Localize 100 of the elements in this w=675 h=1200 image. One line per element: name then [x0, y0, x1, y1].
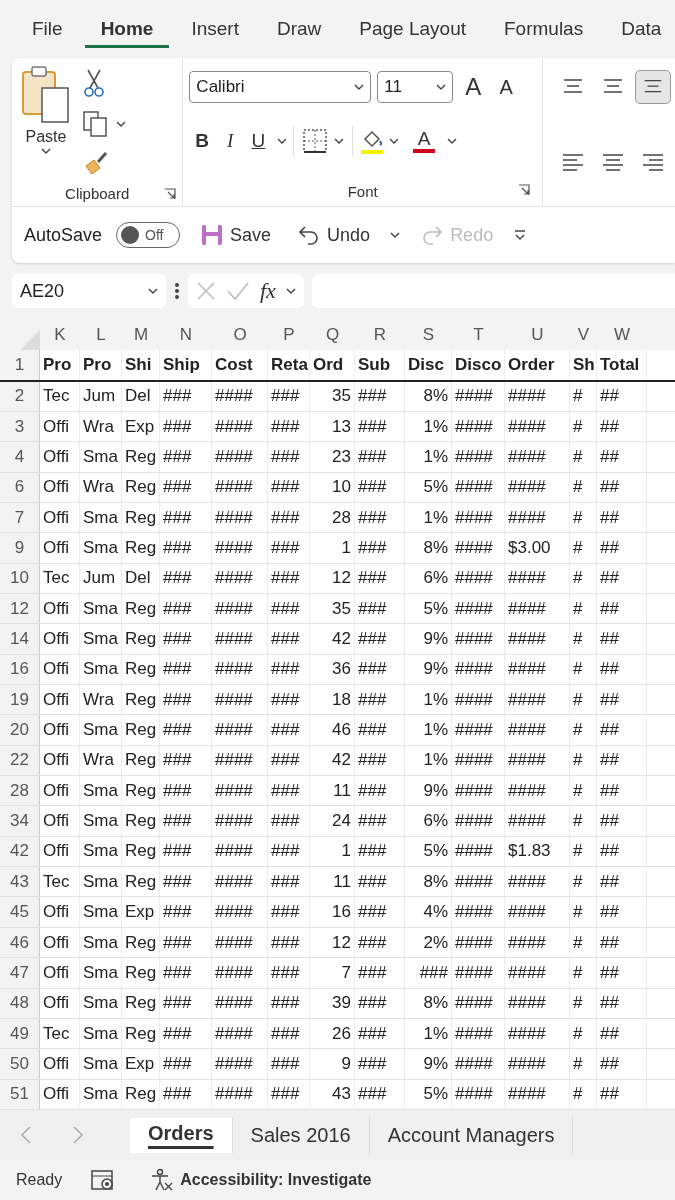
table-cell: ### — [355, 685, 405, 715]
autosave-toggle[interactable]: Off — [116, 222, 181, 248]
table-cell: Sma — [80, 1079, 122, 1109]
table-cell: Offi — [40, 806, 80, 836]
table-cell: Reg — [122, 594, 160, 624]
table-cell: #### — [452, 381, 505, 411]
column-header[interactable]: O — [212, 324, 268, 345]
scissors-icon[interactable] — [82, 68, 106, 98]
row-header[interactable]: 7 — [0, 503, 40, 533]
row-header[interactable]: 34 — [0, 806, 40, 836]
ribbon-tab[interactable]: Page Layout — [343, 10, 482, 48]
ribbon-tab[interactable]: Data — [605, 10, 675, 48]
row-header[interactable]: 6 — [0, 472, 40, 502]
ribbon-tab[interactable]: Draw — [260, 10, 338, 48]
row-header[interactable]: 28 — [0, 776, 40, 806]
column-header[interactable]: N — [160, 324, 212, 345]
table-cell: 9% — [405, 1049, 452, 1079]
underline-button[interactable]: U — [245, 128, 272, 154]
column-header[interactable]: Q — [310, 324, 355, 345]
column-title: Pro — [40, 350, 80, 380]
table-cell: #### — [452, 594, 505, 624]
column-title: Disc — [405, 350, 452, 380]
row-header[interactable]: 10 — [0, 563, 40, 594]
font-name-field[interactable]: Calibri — [189, 71, 372, 103]
table-cell: #### — [505, 958, 570, 988]
row-header[interactable]: 19 — [0, 685, 40, 715]
table-cell: ## — [597, 745, 647, 776]
table-cell: #### — [452, 472, 505, 502]
font-color-button[interactable]: A — [407, 127, 442, 155]
bold-button[interactable]: B — [189, 128, 216, 154]
column-title: Reta — [268, 350, 310, 380]
shrink-font-button[interactable]: A — [493, 73, 519, 101]
table-cell: #### — [505, 927, 570, 958]
row-header[interactable]: 3 — [0, 412, 40, 442]
table-cell: ### — [355, 381, 405, 411]
column-header[interactable]: V — [570, 324, 597, 345]
table-cell: Reg — [122, 654, 160, 685]
row-header[interactable]: 14 — [0, 624, 40, 654]
row-header[interactable]: 50 — [0, 1049, 40, 1079]
row-header[interactable]: 49 — [0, 1018, 40, 1049]
row-header[interactable]: 43 — [0, 867, 40, 897]
row-header[interactable]: 46 — [0, 927, 40, 958]
dialog-launcher-icon[interactable] — [518, 184, 530, 196]
sheet-tab[interactable]: Sales 2016 — [232, 1115, 370, 1155]
table-cell: #### — [505, 715, 570, 745]
name-box[interactable]: AE20 — [12, 274, 166, 308]
vertical-align-icon[interactable] — [635, 70, 671, 104]
column-header[interactable]: R — [355, 324, 405, 345]
table-cell: Tec — [40, 1018, 80, 1049]
save-button[interactable]: Save — [194, 222, 278, 248]
font-size-field[interactable]: 11 — [377, 71, 454, 103]
row-header[interactable]: 42 — [0, 836, 40, 867]
customize-icon[interactable] — [513, 228, 528, 242]
table-cell: 6% — [405, 563, 452, 594]
row-header[interactable]: 9 — [0, 533, 40, 563]
row-header[interactable]: 51 — [0, 1079, 40, 1109]
sheet-tab[interactable]: Account Managers — [369, 1115, 574, 1155]
sheet-tab[interactable]: Orders — [130, 1117, 233, 1153]
insert-function-button[interactable]: fx — [260, 278, 276, 304]
row-header[interactable]: 22 — [0, 745, 40, 776]
column-header[interactable]: M — [122, 324, 160, 345]
table-cell: 42 — [310, 745, 355, 776]
paste-button[interactable]: Paste — [12, 58, 80, 180]
row-header[interactable]: 12 — [0, 594, 40, 624]
ribbon-tab[interactable]: Insert — [175, 10, 255, 48]
table-cell: ### — [268, 381, 310, 411]
table-cell: 42 — [310, 624, 355, 654]
copy-button[interactable] — [80, 108, 128, 140]
table-cell: #### — [505, 1018, 570, 1049]
ribbon-tab[interactable]: Formulas — [488, 10, 600, 48]
more-icon[interactable] — [174, 282, 180, 300]
column-header[interactable]: U — [505, 324, 570, 345]
table-cell: #### — [212, 654, 268, 685]
ribbon-tab[interactable]: File — [16, 10, 79, 48]
row-header[interactable]: 47 — [0, 958, 40, 988]
italic-button[interactable]: I — [221, 128, 240, 154]
column-header[interactable]: L — [80, 324, 122, 345]
column-header[interactable]: T — [452, 324, 505, 345]
row-header[interactable]: 2 — [0, 381, 40, 411]
row-header[interactable]: 48 — [0, 988, 40, 1018]
dialog-launcher-icon[interactable] — [164, 188, 177, 200]
caret-icon — [447, 138, 458, 144]
accessibility-button[interactable]: Accessibility: Investigate — [144, 1167, 378, 1193]
undo-button[interactable]: Undo — [291, 222, 377, 248]
row-header[interactable]: 20 — [0, 715, 40, 745]
column-header[interactable]: P — [268, 324, 310, 345]
table-cell: 1 — [310, 533, 355, 563]
row-header[interactable]: 45 — [0, 897, 40, 927]
row-header[interactable]: 1 — [0, 350, 40, 380]
row-header[interactable]: 16 — [0, 654, 40, 685]
caret-icon — [116, 121, 126, 127]
table-cell: # — [570, 745, 597, 776]
table-cell: Wra — [80, 472, 122, 502]
ribbon-tab[interactable]: Home — [84, 10, 170, 48]
column-header[interactable]: S — [405, 324, 452, 345]
table-cell: #### — [452, 897, 505, 927]
column-header[interactable]: K — [40, 324, 80, 345]
column-header[interactable]: W — [597, 324, 647, 345]
row-header[interactable]: 4 — [0, 442, 40, 472]
grow-font-button[interactable]: A — [459, 71, 488, 103]
